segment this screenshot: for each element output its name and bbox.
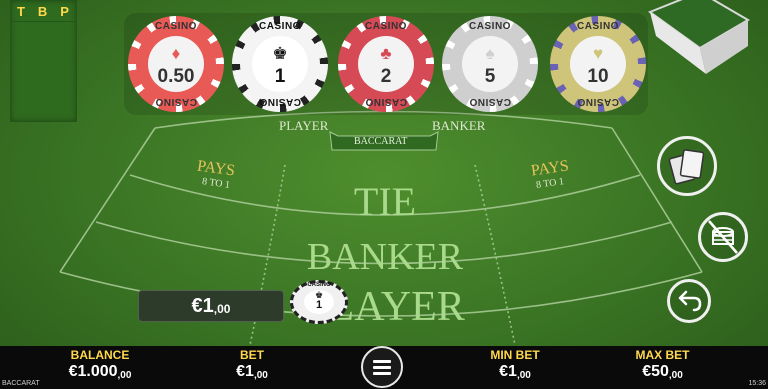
undo-button[interactable] (667, 279, 711, 323)
scorecard-player-header: P (60, 4, 70, 19)
scorecard: T B P (10, 0, 77, 122)
chip-value: 0.50 (157, 66, 195, 87)
balance-value: €1.000 (68, 363, 118, 380)
chip-brand-top: CASINO (155, 21, 197, 32)
chip-0-50[interactable]: CASINO CASINO ♦ 0.50 (128, 16, 224, 112)
min-bet-title: MIN BET (490, 348, 540, 362)
chip-brand-top: CASINO (577, 21, 619, 32)
baccarat-badge-text: BACCARAT (354, 136, 408, 147)
max-bet-title: MAX BET (635, 348, 690, 362)
banker-zone-label: BANKER (306, 236, 464, 278)
placed-bet-amount: €1,00 (138, 290, 284, 322)
chip-brand-bottom: CASINO (259, 96, 301, 107)
bet-title: BET (240, 348, 264, 362)
placed-bet-cents: ,00 (213, 302, 231, 316)
min-bet-value: €1 (499, 363, 517, 380)
chip-suit-icon: ♣ (380, 44, 392, 63)
card-shoe-icon (647, 0, 750, 74)
max-bet-value: €50 (642, 363, 669, 380)
placed-bet-value: €1 (191, 294, 214, 317)
chip-suit-icon: ♠ (485, 44, 495, 63)
placed-chip-value: 1 (315, 299, 323, 311)
tie-label: TIE (353, 179, 417, 224)
cards-icon (668, 149, 705, 185)
chip-brand-bottom: CASINO (365, 96, 407, 107)
balance-title: BALANCE (70, 348, 130, 362)
chip-value: 10 (587, 66, 609, 87)
bet-value: €1 (236, 363, 254, 380)
chip-suit-icon: ♥ (592, 44, 604, 63)
clock: 15:36 (748, 380, 766, 387)
chip-1[interactable]: CASINO CASINO ♚ 1 (232, 16, 328, 112)
chip-brand-top: CASINO (259, 21, 301, 32)
clear-bets-button[interactable] (698, 212, 748, 262)
chip-brand-top: CASINO (469, 21, 511, 32)
chip-10[interactable]: CASINO CASINO ♥ 10 (550, 16, 646, 112)
chip-value: 2 (380, 66, 392, 87)
chip-brand-top: CASINO (365, 21, 407, 32)
balance-cents: ,00 (117, 370, 132, 381)
bet-display: BET €1,00 (222, 346, 282, 381)
bet-cents: ,00 (253, 370, 268, 381)
cards-button[interactable] (657, 136, 717, 196)
chip-value: 1 (274, 66, 286, 87)
banker-label: BANKER (432, 118, 486, 133)
left-pays-area[interactable]: PAYS 8 TO 1 (186, 157, 246, 190)
chip-brand-bottom: CASINO (155, 96, 197, 107)
chip-brand-bottom: CASINO (577, 96, 619, 107)
right-pays-area[interactable]: PAYS 8 TO 1 (520, 157, 580, 190)
player-label: PLAYER (279, 118, 329, 133)
chip-suit-icon: ♦ (171, 44, 181, 63)
balance-display: BALANCE €1.000,00 (60, 346, 140, 381)
placed-chip-brand: CASINO (307, 282, 331, 288)
max-bet-display: MAX BET €50,00 (625, 346, 700, 381)
chip-5[interactable]: CASINO CASINO ♠ 5 (442, 16, 538, 112)
min-bet-display: MIN BET €1,00 (480, 346, 550, 381)
scorecard-tie-header: T (16, 4, 26, 19)
chip-brand-bottom: CASINO (469, 96, 511, 107)
chip-value: 5 (484, 66, 496, 87)
game-name: BACCARAT (2, 380, 40, 387)
tie-bet-zone[interactable]: TIE (290, 178, 480, 226)
menu-button[interactable] (361, 346, 403, 388)
scorecard-grid (11, 21, 76, 22)
chip-suit-icon: ♚ (272, 44, 288, 63)
undo-icon (678, 290, 702, 312)
scorecard-banker-header: B (37, 4, 49, 19)
min-bet-cents: ,00 (516, 370, 531, 381)
banker-bet-zone[interactable]: BANKER (255, 236, 515, 278)
placed-chip[interactable]: CASINO ♚ 1 (290, 280, 348, 326)
no-chips-icon (708, 220, 738, 254)
max-bet-cents: ,00 (668, 370, 683, 381)
chip-2[interactable]: CASINO CASINO ♣ 2 (338, 16, 434, 112)
